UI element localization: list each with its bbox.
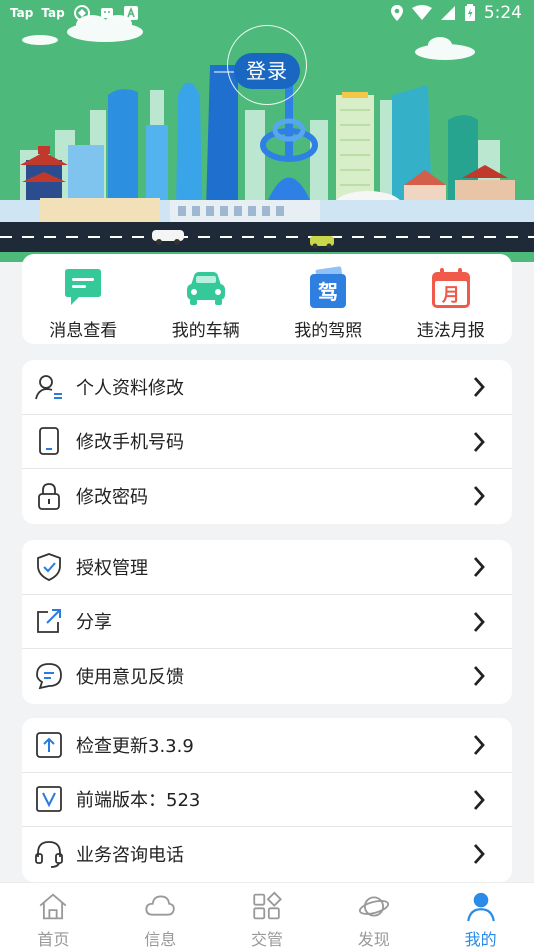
menu-row-edit-profile[interactable]: 个人资料修改 [22,360,512,415]
tap-app-label-1: Tap [10,6,34,20]
grid-icon [253,891,282,920]
menu-row-check-update[interactable]: 检查更新3.3.9 [22,718,512,773]
signal-icon [440,6,455,20]
tab-discover[interactable]: 发现 [320,883,427,950]
sync-icon [73,5,90,21]
quick-action-license[interactable]: 驾 我的驾照 [267,254,390,344]
menu-row-label: 授权管理 [76,557,148,579]
menu-row-change-password[interactable]: 修改密码 [22,469,512,524]
version-icon [36,786,62,813]
quick-action-label: 消息查看 [49,321,118,341]
settings-group-about: 检查更新3.3.9 前端版本：523 业务咨询电话 [22,718,512,882]
chevron-right-icon [473,666,485,686]
menu-row-feedback[interactable]: 使用意见反馈 [22,649,512,704]
quick-action-vehicles[interactable]: 我的车辆 [145,254,268,344]
menu-row-label: 个人资料修改 [76,377,184,399]
tab-mine[interactable]: 我的 [427,883,534,950]
menu-row-label: 修改密码 [76,487,148,509]
chevron-right-icon [473,377,485,397]
chevron-right-icon [473,735,485,755]
chevron-right-icon [473,789,485,810]
car-icon [186,272,225,305]
share-icon [37,609,61,634]
tab-traffic-management[interactable]: 交管 [214,883,321,950]
chevron-right-icon [473,844,485,864]
menu-row-authorization[interactable]: 授权管理 [22,540,512,595]
calendar-icon: 月 [431,268,470,308]
license-glyph: 驾 [318,280,338,304]
chevron-right-icon [473,431,485,452]
phone-icon [39,427,59,456]
chevron-right-icon [473,486,485,506]
tab-label: 我的 [464,930,497,949]
tab-label: 发现 [357,930,390,949]
menu-row-frontend-version[interactable]: 前端版本：523 [22,773,512,827]
message-icon [65,269,102,305]
tap-app-label-2: Tap [41,6,65,20]
quick-action-label: 我的车辆 [171,321,240,341]
cloud-icon [145,895,175,916]
bottom-tab-bar: 首页 信息 交管 发现 我的 [0,882,534,950]
tab-info[interactable]: 信息 [107,883,214,950]
menu-row-change-phone[interactable]: 修改手机号码 [22,415,512,469]
login-button[interactable]: 登录 [234,53,300,89]
android-icon [100,8,113,18]
menu-row-label: 前端版本：523 [76,790,201,812]
user-icon [466,892,495,922]
menu-row-service-hotline[interactable]: 业务咨询电话 [22,827,512,882]
menu-row-share[interactable]: 分享 [22,595,512,649]
status-bar: Tap Tap 5:24 [0,0,534,30]
home-icon [40,893,67,920]
feedback-icon [36,663,62,690]
menu-row-label: 业务咨询电话 [76,845,184,867]
calendar-glyph: 月 [441,285,460,306]
quick-action-messages[interactable]: 消息查看 [22,254,145,344]
tab-label: 交管 [250,930,283,949]
update-icon [36,731,62,758]
header-banner: 登录 [0,0,534,262]
tab-label: 信息 [144,930,177,949]
tab-label: 首页 [37,930,70,949]
status-right: 5:24 [390,3,522,23]
shield-icon [37,552,61,581]
status-left: Tap Tap [10,4,139,22]
text-a-icon [123,6,138,20]
quick-action-violation-report[interactable]: 月 违法月报 [390,254,513,344]
license-icon: 驾 [310,266,347,308]
settings-group-general: 授权管理 分享 使用意见反馈 [22,540,512,704]
battery-icon [464,4,475,21]
tab-home[interactable]: 首页 [0,883,107,950]
menu-row-label: 使用意见反馈 [76,667,184,689]
menu-row-label: 修改手机号码 [76,432,184,454]
planet-icon [358,896,389,917]
menu-row-label: 分享 [76,612,112,634]
settings-group-account: 个人资料修改 修改手机号码 修改密码 [22,360,512,524]
headset-icon [35,841,63,869]
location-icon [390,5,403,21]
clock: 5:24 [483,3,522,23]
quick-action-label: 违法月报 [416,321,485,341]
wifi-icon [411,5,432,20]
chevron-right-icon [473,611,485,632]
quick-actions-card: 消息查看 我的车辆 驾 我的驾照 月 违法月报 [22,254,512,344]
chevron-right-icon [473,557,485,577]
quick-action-label: 我的驾照 [294,321,363,341]
menu-row-label: 检查更新3.3.9 [76,735,194,757]
lock-icon [38,483,60,511]
profile-icon [35,374,62,399]
